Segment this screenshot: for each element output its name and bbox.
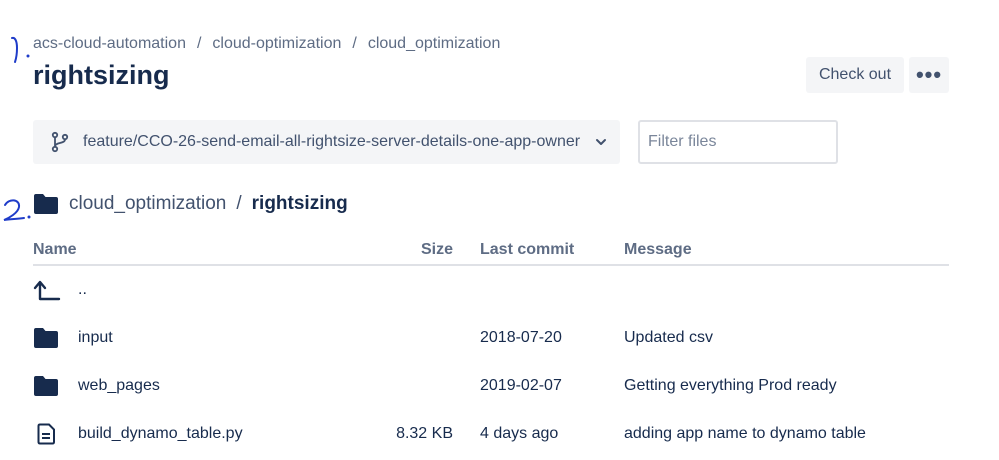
filter-files-input[interactable] bbox=[638, 120, 838, 164]
row-last-commit[interactable]: 2019-02-07 bbox=[480, 377, 562, 395]
row-message[interactable]: Getting everything Prod ready bbox=[624, 377, 837, 395]
breadcrumb-folder-link[interactable]: cloud_optimization bbox=[368, 35, 501, 52]
column-header-size: Size bbox=[420, 241, 453, 258]
path-parent-link[interactable]: cloud_optimization bbox=[69, 193, 226, 215]
folder-icon bbox=[34, 194, 58, 214]
path-separator: / bbox=[236, 193, 242, 214]
row-message[interactable]: adding app name to dynamo table bbox=[624, 425, 866, 443]
file-icon bbox=[37, 423, 55, 445]
folder-icon bbox=[34, 328, 58, 348]
handwritten-annotation-1 bbox=[11, 36, 30, 63]
row-name-link[interactable]: build_dynamo_table.py bbox=[78, 425, 243, 443]
more-actions-button[interactable]: ••• bbox=[909, 57, 949, 93]
breadcrumb-repo-link[interactable]: cloud-optimization bbox=[212, 35, 341, 52]
handwritten-annotation-2 bbox=[3, 199, 31, 221]
column-header-last-commit: Last commit bbox=[480, 241, 575, 258]
breadcrumb-separator: / bbox=[352, 35, 357, 52]
row-name-link[interactable]: web_pages bbox=[78, 377, 160, 395]
directory-path: cloud_optimization / rightsizing bbox=[33, 193, 348, 215]
row-message[interactable]: Updated csv bbox=[624, 329, 713, 347]
file-table-header: Name Size Last commit Message bbox=[33, 234, 949, 266]
row-last-commit[interactable]: 4 days ago bbox=[480, 425, 558, 443]
table-row[interactable]: build_dynamo_table.py 8.32 KB 4 days ago… bbox=[33, 414, 949, 454]
branch-icon bbox=[51, 131, 69, 153]
folder-icon bbox=[34, 376, 58, 396]
breadcrumb-separator: / bbox=[196, 35, 202, 52]
column-header-name: Name bbox=[33, 241, 77, 258]
column-header-message: Message bbox=[624, 241, 692, 258]
row-size: 8.32 KB bbox=[396, 425, 453, 442]
parent-directory-icon bbox=[33, 280, 61, 301]
page-title: rightsizing bbox=[33, 60, 170, 90]
table-row-parent[interactable]: .. bbox=[33, 270, 949, 310]
branch-name: feature/CCO-26-send-email-all-rightsize-… bbox=[83, 133, 581, 150]
table-row[interactable]: web_pages 2019-02-07 Getting everything … bbox=[33, 366, 949, 406]
breadcrumb-project-link[interactable]: acs-cloud-automation bbox=[33, 35, 186, 52]
row-name-link[interactable]: input bbox=[78, 329, 113, 347]
check-out-button[interactable]: Check out bbox=[806, 57, 904, 93]
table-row[interactable]: input 2018-07-20 Updated csv bbox=[33, 318, 949, 358]
chevron-down-icon bbox=[596, 139, 607, 145]
path-current: rightsizing bbox=[251, 193, 348, 214]
branch-selector[interactable]: feature/CCO-26-send-email-all-rightsize-… bbox=[33, 120, 620, 164]
row-last-commit[interactable]: 2018-07-20 bbox=[480, 329, 562, 347]
breadcrumb: acs-cloud-automation / cloud-optimization /… bbox=[33, 35, 500, 53]
parent-link[interactable]: .. bbox=[78, 281, 87, 299]
